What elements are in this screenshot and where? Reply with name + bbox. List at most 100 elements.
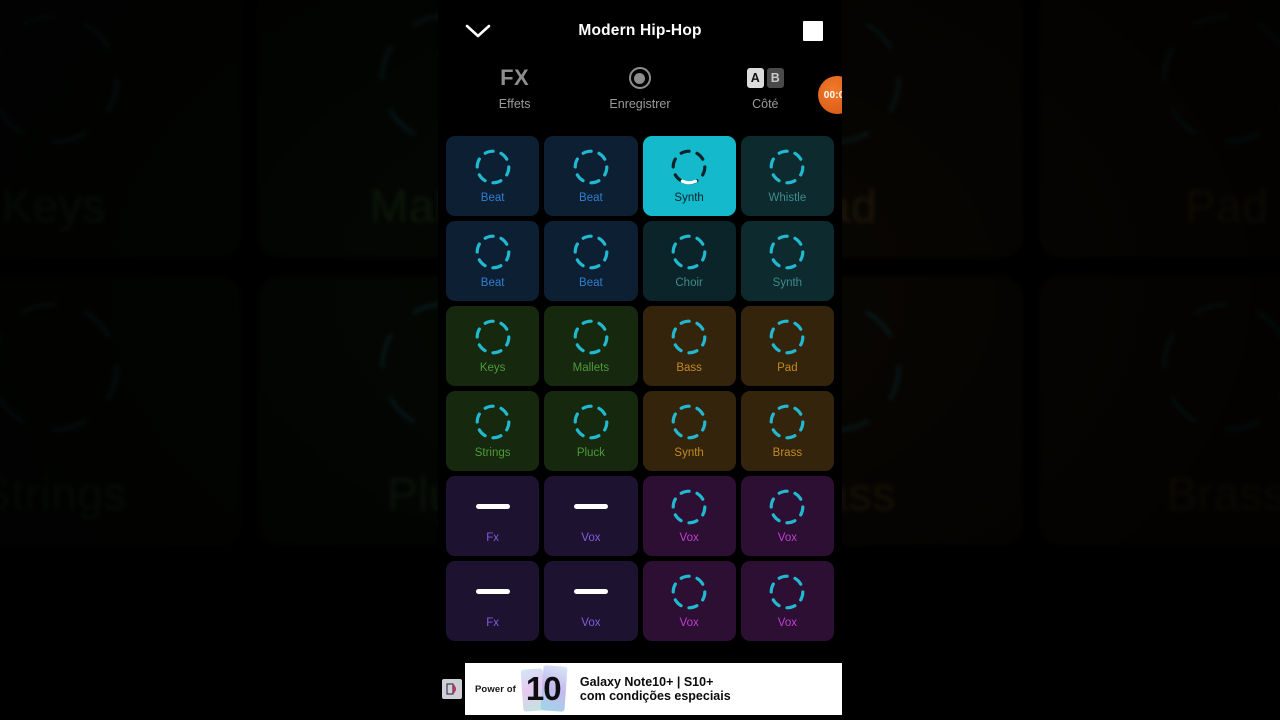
ad-phone-image: 10	[520, 665, 572, 713]
loop-ring-icon	[768, 488, 806, 526]
record-timer-value: 00:08	[823, 89, 842, 101]
screen-root: BeatSynthSynthSynthKeysMalletsPadPadStri…	[0, 0, 1280, 720]
empty-slot-icon	[573, 488, 608, 526]
pad-cell[interactable]: Vox	[544, 561, 638, 641]
loop-ring-icon	[474, 148, 512, 186]
pad-cell[interactable]: Choir	[642, 221, 736, 301]
pad-cell-label: Pluck	[576, 446, 605, 459]
stop-square-icon[interactable]	[803, 21, 823, 41]
ad-fineprint	[475, 709, 476, 713]
loop-ring-icon	[768, 318, 806, 356]
pad-cell[interactable]: Vox	[642, 561, 736, 641]
pad-cell-label: Choir	[675, 276, 703, 289]
toolbar-item-side-label: Côté	[752, 97, 779, 111]
pad-cell[interactable]: Synth	[740, 221, 834, 301]
pad-cell[interactable]: Vox	[740, 561, 834, 641]
empty-slot-icon	[475, 573, 510, 611]
pad-grid: Beat Beat Synth Whistle Beat Beat Choir Synth Ke…	[438, 130, 842, 641]
pad-cell[interactable]: Keys	[446, 306, 540, 386]
pad-cell[interactable]: Whistle	[740, 136, 834, 216]
loop-ring-icon	[670, 403, 708, 441]
toolbar-item-effects[interactable]: FX Effets	[460, 62, 570, 111]
pad-cell-label: Vox	[581, 616, 601, 629]
pad-cell-label: Mallets	[572, 361, 610, 374]
pad-cell-label: Beat	[579, 191, 603, 204]
pad-cell-label: Whistle	[768, 191, 807, 204]
pad-cell-label: Strings	[474, 446, 511, 459]
loop-ring-icon	[768, 573, 806, 611]
loop-ring-icon	[474, 318, 512, 356]
pad-cell[interactable]: Pluck	[544, 391, 638, 471]
loop-ring-icon	[670, 488, 708, 526]
pad-cell-label: Vox	[581, 531, 601, 544]
pad-cell-label: Keys	[479, 361, 506, 374]
fx-glyph: FX	[500, 65, 530, 90]
pad-cell[interactable]: Synth	[642, 136, 736, 216]
ad-visual: Power of 10	[465, 665, 572, 713]
record-timer-badge: 00:08	[818, 76, 842, 114]
pad-cell-label: Synth	[674, 446, 704, 459]
loop-ring-icon	[572, 233, 610, 271]
pad-cell-label: Bass	[676, 361, 702, 374]
pad-cell-label: Vox	[679, 616, 699, 629]
loop-ring-icon	[670, 318, 708, 356]
loop-ring-icon	[572, 403, 610, 441]
side-a-option[interactable]: A	[746, 68, 764, 88]
pad-cell[interactable]: Beat	[446, 136, 540, 216]
pad-cell[interactable]: Beat	[446, 221, 540, 301]
loop-ring-icon	[768, 233, 806, 271]
pad-cell-label: Fx	[486, 531, 500, 544]
toolbar-item-side[interactable]: A B Côté	[710, 62, 820, 111]
chevron-down-icon[interactable]	[460, 13, 496, 49]
pad-cell-label: Vox	[777, 616, 797, 629]
ad-copy: Galaxy Note10+ | S10+ com condições espe…	[580, 675, 731, 703]
record-icon	[628, 64, 651, 92]
empty-slot-icon	[475, 488, 510, 526]
pad-cell-label: Beat	[579, 276, 603, 289]
pad-cell-label: Fx	[486, 616, 500, 629]
empty-slot-icon	[573, 573, 608, 611]
pad-cell-label: Beat	[480, 276, 505, 289]
ad-choices-icon[interactable]	[442, 679, 462, 699]
ad-ten-text: 10	[525, 670, 562, 707]
loop-ring-icon	[670, 573, 708, 611]
phone-screen: Modern Hip-Hop FX Effets Enregistrer A B…	[438, 0, 842, 720]
pad-cell[interactable]: Synth	[642, 391, 736, 471]
ad-banner[interactable]: Power of 10 Galaxy Note10+ | S10+ com co…	[438, 658, 842, 720]
loop-ring-icon	[670, 148, 708, 186]
pad-cell[interactable]: Brass	[740, 391, 834, 471]
ab-side-icon: A B	[746, 64, 784, 92]
loop-ring-icon	[768, 403, 806, 441]
pad-cell[interactable]: Fx	[446, 476, 540, 556]
pad-cell-label: Vox	[777, 531, 797, 544]
pad-cell-label: Synth	[772, 276, 803, 289]
pad-cell[interactable]: Pad	[740, 306, 834, 386]
pad-cell[interactable]: Bass	[642, 306, 736, 386]
side-b-option[interactable]: B	[766, 68, 784, 88]
loop-ring-icon	[474, 403, 512, 441]
loop-ring-icon	[768, 148, 806, 186]
pad-cell[interactable]: Vox	[740, 476, 834, 556]
loop-ring-icon	[572, 318, 610, 356]
pad-cell[interactable]: Vox	[642, 476, 736, 556]
ad-power-of-text: Power of	[475, 683, 516, 695]
pad-cell-label: Pad	[777, 361, 798, 374]
loop-ring-icon	[670, 233, 708, 271]
pad-cell[interactable]: Strings	[446, 391, 540, 471]
toolbar-item-record[interactable]: Enregistrer	[585, 62, 695, 111]
pad-cell[interactable]: Fx	[446, 561, 540, 641]
pad-cell[interactable]: Beat	[544, 221, 638, 301]
pad-cell[interactable]: Vox	[544, 476, 638, 556]
ad-headline: Galaxy Note10+ | S10+	[579, 675, 714, 689]
toolbar: FX Effets Enregistrer A B Côté 00:0	[438, 62, 842, 130]
fx-icon: FX	[500, 64, 529, 92]
pad-cell-label: Synth	[674, 191, 704, 204]
pad-cell[interactable]: Mallets	[544, 306, 638, 386]
ad-content[interactable]: Power of 10 Galaxy Note10+ | S10+ com co…	[465, 663, 842, 715]
pad-cell[interactable]: Beat	[544, 136, 638, 216]
pad-cell-label: Vox	[679, 531, 699, 544]
ad-subline: com condições especiais	[579, 689, 731, 703]
loop-ring-icon	[572, 148, 610, 186]
toolbar-item-effects-label: Effets	[498, 97, 531, 111]
toolbar-item-record-label: Enregistrer	[609, 97, 671, 111]
